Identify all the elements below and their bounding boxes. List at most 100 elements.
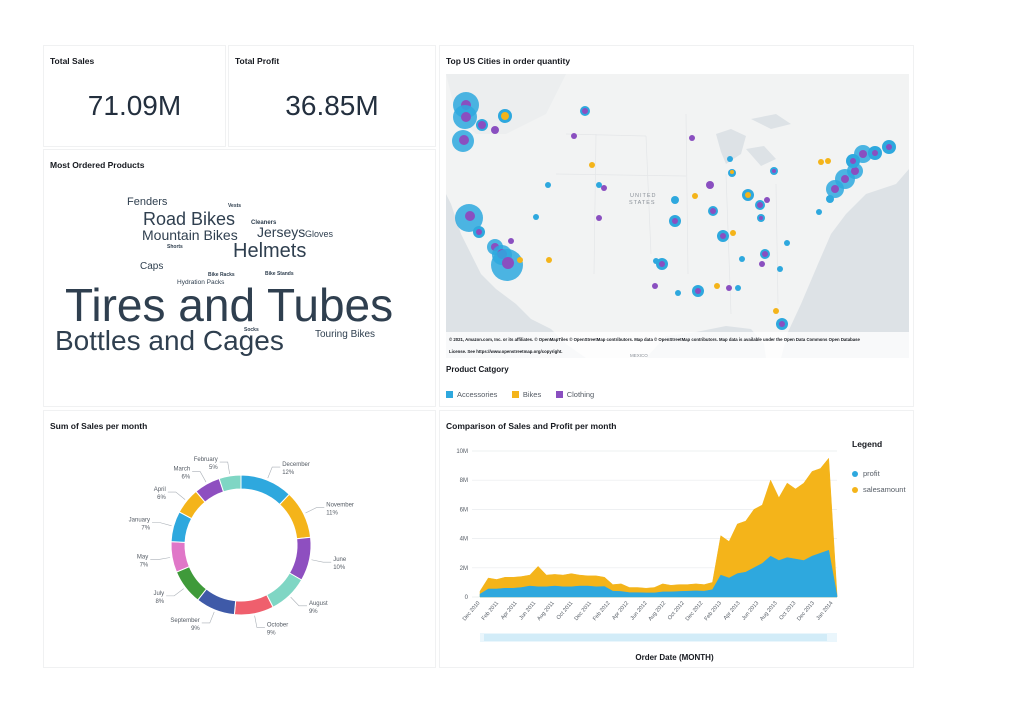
area-legend-title: Legend [852, 439, 883, 449]
donut-leader-line [290, 596, 307, 607]
map-point[interactable] [886, 144, 892, 150]
word-jerseys[interactable]: Jerseys [257, 225, 305, 239]
donut-slice-november[interactable] [278, 493, 312, 540]
map-point[interactable] [757, 202, 763, 208]
sales-per-month-card[interactable]: Sum of Sales per month December 12% Novemb… [43, 410, 436, 668]
donut-label-pct: 7% [140, 563, 149, 569]
donut-slice-may[interactable] [170, 541, 191, 573]
map-point[interactable] [589, 162, 595, 168]
x-tick-label: Oct 2011 [556, 600, 575, 621]
map-point[interactable] [501, 112, 509, 120]
map-point[interactable] [831, 185, 839, 193]
map-point[interactable] [816, 209, 822, 215]
map-point[interactable] [671, 196, 679, 204]
donut-slice-july[interactable] [175, 565, 208, 601]
map-point[interactable] [596, 215, 602, 221]
map-point[interactable] [735, 285, 741, 291]
map-point[interactable] [710, 208, 716, 214]
top-us-cities-card[interactable]: Top US Cities in order quantity UNITED S… [439, 45, 914, 407]
legend-accessories[interactable]: Accessories [446, 390, 497, 399]
map-point[interactable] [652, 283, 658, 289]
donut-leader-line [166, 588, 184, 597]
word-road-bikes[interactable]: Road Bikes [143, 210, 235, 228]
map-point[interactable] [784, 240, 790, 246]
map-point[interactable] [730, 230, 736, 236]
word-socks[interactable]: Socks [244, 328, 259, 333]
word-shorts[interactable]: Shorts [167, 245, 183, 250]
word-fenders[interactable]: Fenders [127, 197, 167, 208]
map-point[interactable] [764, 197, 770, 203]
map-point[interactable] [759, 261, 765, 267]
map-point[interactable] [720, 233, 726, 239]
map-point[interactable] [502, 257, 514, 269]
donut-slice-february[interactable] [218, 474, 242, 493]
map-point[interactable] [476, 229, 482, 235]
map-point[interactable] [745, 192, 751, 198]
area-chart[interactable]: 02M4M6M8M10MDec 2010 Feb 2011 Apr 2011 Jun … [440, 435, 910, 667]
most-ordered-products-card[interactable]: Most Ordered Products Fenders Vests Road… [43, 149, 436, 407]
map-point[interactable] [545, 182, 551, 188]
map-point[interactable] [772, 169, 776, 173]
map-point[interactable] [508, 238, 514, 244]
legend-profit[interactable]: profit [852, 469, 880, 478]
map-point[interactable] [659, 261, 665, 267]
total-sales-card[interactable]: Total Sales 71.09M [43, 45, 226, 147]
word-touring-bikes[interactable]: Touring Bikes [315, 330, 375, 340]
map-point[interactable] [695, 288, 701, 294]
map-point[interactable] [825, 158, 831, 164]
map-point[interactable] [546, 257, 552, 263]
legend-salesamount[interactable]: salesamount [852, 485, 906, 494]
x-range-scrollbar-thumb[interactable] [484, 634, 827, 641]
map-point[interactable] [739, 256, 745, 262]
map-point[interactable] [601, 185, 607, 191]
map-point[interactable] [675, 290, 681, 296]
map-point[interactable] [727, 156, 733, 162]
map-point[interactable] [533, 214, 539, 220]
word-helmets[interactable]: Helmets [233, 241, 306, 261]
map-point[interactable] [777, 266, 783, 272]
map-point[interactable] [872, 150, 878, 156]
map-point[interactable] [461, 112, 471, 122]
map-point[interactable] [730, 170, 734, 174]
map-point[interactable] [465, 211, 475, 221]
map-point[interactable] [706, 181, 714, 189]
map-point[interactable] [491, 126, 499, 134]
map-point[interactable] [672, 218, 678, 224]
word-gloves[interactable]: Gloves [305, 230, 333, 239]
word-caps[interactable]: Caps [140, 262, 163, 272]
word-bike-racks[interactable]: Bike Racks [208, 273, 235, 278]
map-point[interactable] [582, 108, 588, 114]
map-point[interactable] [596, 182, 602, 188]
donut-chart[interactable]: December 12% November 11% June 10% August 9% Oct… [44, 439, 437, 669]
map-point[interactable] [850, 158, 856, 164]
total-profit-card[interactable]: Total Profit 36.85M [228, 45, 436, 147]
map-point[interactable] [762, 251, 768, 257]
donut-slice-august[interactable] [265, 572, 303, 608]
map-point[interactable] [714, 283, 720, 289]
map-point[interactable] [571, 133, 577, 139]
map-point[interactable] [759, 216, 763, 220]
donut-slice-october[interactable] [233, 594, 274, 616]
word-bike-stands[interactable]: Bike Stands [265, 272, 294, 277]
legend-clothing[interactable]: Clothing [555, 390, 594, 399]
map-point[interactable] [459, 135, 469, 145]
map-point[interactable] [841, 175, 849, 183]
word-tires-and-tubes[interactable]: Tires and Tubes [65, 282, 393, 328]
legend-bikes[interactable]: Bikes [511, 390, 541, 399]
map-point[interactable] [773, 308, 779, 314]
map-point[interactable] [779, 321, 785, 327]
map-point[interactable] [818, 159, 824, 165]
sales-profit-comparison-card[interactable]: Comparison of Sales and Profit per month… [439, 410, 914, 668]
map-point[interactable] [478, 121, 486, 129]
donut-label-month: July [153, 591, 164, 597]
map-point[interactable] [859, 150, 867, 158]
word-mountain-bikes[interactable]: Mountain Bikes [142, 228, 238, 242]
us-map[interactable]: UNITED STATES © 2021, Amazon.com, Inc. o… [446, 74, 909, 358]
map-point[interactable] [692, 193, 698, 199]
map-point[interactable] [851, 167, 859, 175]
map-point[interactable] [689, 135, 695, 141]
map-point[interactable] [517, 257, 523, 263]
map-point[interactable] [726, 285, 732, 291]
donut-slice-june[interactable] [288, 536, 312, 581]
donut-slice-december[interactable] [240, 474, 291, 506]
